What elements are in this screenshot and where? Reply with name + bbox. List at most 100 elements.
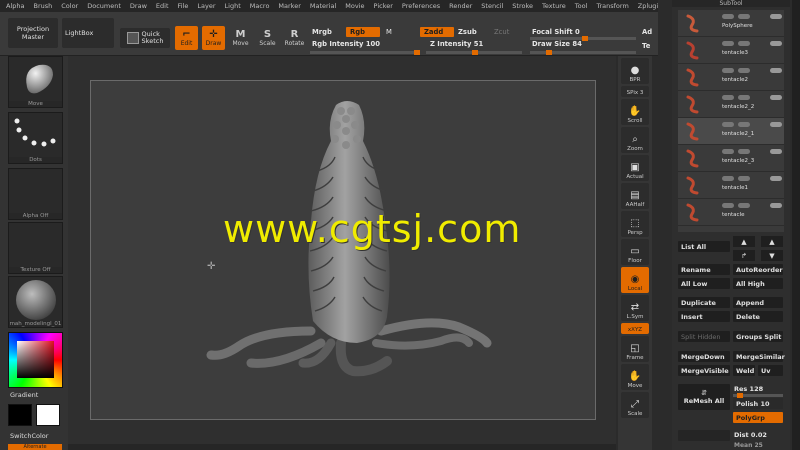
groups-split-button[interactable]: Groups Split bbox=[733, 331, 783, 342]
polypaint-toggle-icon[interactable] bbox=[738, 95, 750, 100]
rotate-mode-button[interactable]: R Rotate bbox=[283, 26, 306, 50]
subtool-item[interactable]: tentacle2_3 bbox=[678, 145, 784, 172]
res-slider[interactable] bbox=[733, 393, 783, 398]
menu-item-tool[interactable]: Tool bbox=[575, 2, 588, 10]
draw-size-slider[interactable] bbox=[530, 50, 636, 55]
color-picker[interactable] bbox=[8, 332, 63, 388]
menu-item-layer[interactable]: Layer bbox=[197, 2, 215, 10]
scale-mode-button[interactable]: S Scale bbox=[256, 26, 279, 50]
shelf-spix-3-button[interactable]: SPix 3 bbox=[621, 86, 649, 97]
zsub-button[interactable]: Zsub bbox=[458, 28, 477, 36]
menu-item-macro[interactable]: Macro bbox=[250, 2, 270, 10]
weld-button[interactable]: Weld bbox=[733, 365, 755, 376]
polypaint-toggle-icon[interactable] bbox=[738, 176, 750, 181]
rgb-button[interactable]: Rgb bbox=[346, 27, 380, 37]
shelf-floor-button[interactable]: ▭ Floor bbox=[621, 239, 649, 265]
menu-item-movie[interactable]: Movie bbox=[345, 2, 364, 10]
color-square[interactable] bbox=[17, 341, 54, 378]
uv-button[interactable]: Uv bbox=[758, 365, 783, 376]
draw-mode-button[interactable]: ✛ Draw bbox=[202, 26, 225, 50]
alpha-tile[interactable]: Alpha Off bbox=[8, 168, 63, 220]
visibility-toggle-icon[interactable] bbox=[722, 95, 734, 100]
shelf-scroll-button[interactable]: ✋ Scroll bbox=[621, 99, 649, 125]
menu-item-render[interactable]: Render bbox=[449, 2, 472, 10]
visibility-toggle-icon[interactable] bbox=[722, 14, 734, 19]
merge-similar-button[interactable]: MergeSimilar bbox=[733, 351, 785, 362]
move-down-arrow-icon[interactable]: ↱ bbox=[733, 250, 755, 261]
main-color-swatch[interactable] bbox=[36, 404, 60, 426]
m-button[interactable]: M bbox=[386, 28, 392, 36]
move-down-double-arrow-icon[interactable]: ▼ bbox=[761, 250, 783, 261]
menu-item-marker[interactable]: Marker bbox=[278, 2, 300, 10]
polypaint-toggle-icon[interactable] bbox=[738, 41, 750, 46]
eye-icon[interactable] bbox=[770, 14, 782, 19]
polypaint-toggle-icon[interactable] bbox=[738, 203, 750, 208]
shelf-scale-button[interactable]: ⤢ Scale bbox=[621, 392, 649, 418]
menu-item-edit[interactable]: Edit bbox=[156, 2, 169, 10]
rename-button[interactable]: Rename bbox=[678, 264, 730, 275]
merge-down-button[interactable]: MergeDown bbox=[678, 351, 730, 362]
visibility-toggle-icon[interactable] bbox=[722, 68, 734, 73]
projection-master-button[interactable]: Projection Master bbox=[8, 18, 58, 48]
eye-icon[interactable] bbox=[770, 41, 782, 46]
shelf-l-sym-button[interactable]: ⇄ L.Sym bbox=[621, 295, 649, 321]
z-intensity-knob[interactable] bbox=[471, 50, 478, 55]
menu-item-document[interactable]: Document bbox=[87, 2, 121, 10]
append-button[interactable]: Append bbox=[733, 297, 783, 308]
polypaint-toggle-icon[interactable] bbox=[738, 14, 750, 19]
list-all-button[interactable]: List All bbox=[678, 241, 730, 252]
rgb-intensity-knob[interactable] bbox=[414, 50, 420, 55]
eye-icon[interactable] bbox=[770, 149, 782, 154]
insert-button[interactable]: Insert bbox=[678, 311, 730, 322]
eye-icon[interactable] bbox=[770, 176, 782, 181]
menu-item-brush[interactable]: Brush bbox=[33, 2, 52, 10]
shelf-persp-button[interactable]: ⬚ Persp bbox=[621, 211, 649, 237]
texture-tile[interactable]: Texture Off bbox=[8, 222, 63, 274]
menu-item-stroke[interactable]: Stroke bbox=[512, 2, 533, 10]
alternate-button[interactable]: Alternate bbox=[8, 444, 62, 450]
z-intensity-slider[interactable] bbox=[426, 50, 522, 55]
move-mode-button[interactable]: M Move bbox=[229, 26, 252, 50]
quick-sketch-button[interactable]: Quick Sketch bbox=[120, 28, 170, 48]
brush-tile[interactable]: Move bbox=[8, 56, 63, 108]
remesh-all-button[interactable]: ⇵ ReMesh All bbox=[678, 384, 730, 410]
project-all-button[interactable] bbox=[678, 430, 730, 441]
polish-button[interactable]: Polish 10 bbox=[733, 398, 783, 409]
visibility-toggle-icon[interactable] bbox=[722, 122, 734, 127]
eye-icon[interactable] bbox=[770, 68, 782, 73]
visibility-toggle-icon[interactable] bbox=[722, 176, 734, 181]
move-up-double-arrow-icon[interactable]: ▲ bbox=[761, 236, 783, 247]
material-tile[interactable]: mah_modelingl_01 bbox=[8, 276, 63, 328]
merge-visible-button[interactable]: MergeVisible bbox=[678, 365, 730, 376]
lightbox-button[interactable]: LightBox bbox=[62, 18, 114, 48]
shelf-bpr-button[interactable]: ● BPR bbox=[621, 58, 649, 84]
polypaint-toggle-icon[interactable] bbox=[738, 68, 750, 73]
subtool-item[interactable]: tentacle bbox=[678, 199, 784, 226]
delete-button[interactable]: Delete bbox=[733, 311, 783, 322]
menu-item-zplugin[interactable]: Zplugin bbox=[638, 2, 658, 10]
shelf-local-button[interactable]: ◉ Local bbox=[621, 267, 649, 293]
shelf-actual-button[interactable]: ▣ Actual bbox=[621, 155, 649, 181]
menu-item-transform[interactable]: Transform bbox=[596, 2, 628, 10]
menu-item-alpha[interactable]: Alpha bbox=[6, 2, 24, 10]
eye-icon[interactable] bbox=[770, 95, 782, 100]
shelf-move-button[interactable]: ✋ Move bbox=[621, 364, 649, 390]
subtool-item[interactable]: tentacle2_2 bbox=[678, 91, 784, 118]
menu-item-picker[interactable]: Picker bbox=[374, 2, 393, 10]
shelf-xxyz-button[interactable]: xXYZ bbox=[621, 323, 649, 334]
polypaint-toggle-icon[interactable] bbox=[738, 122, 750, 127]
subtool-item[interactable]: tentacle2 bbox=[678, 64, 784, 91]
secondary-color-swatch[interactable] bbox=[8, 404, 32, 426]
stroke-tile[interactable]: Dots bbox=[8, 112, 63, 164]
split-hidden-button[interactable]: Split Hidden bbox=[678, 331, 730, 342]
draw-size-knob[interactable] bbox=[546, 50, 552, 55]
visibility-toggle-icon[interactable] bbox=[722, 41, 734, 46]
visibility-toggle-icon[interactable] bbox=[722, 203, 734, 208]
eye-icon[interactable] bbox=[770, 203, 782, 208]
edit-mode-button[interactable]: ⌐ Edit bbox=[175, 26, 198, 50]
zcut-button[interactable]: Zcut bbox=[494, 28, 509, 36]
subtool-item[interactable]: tentacle1 bbox=[678, 172, 784, 199]
all-high-button[interactable]: All High bbox=[733, 278, 783, 289]
menu-item-preferences[interactable]: Preferences bbox=[402, 2, 440, 10]
menu-item-draw[interactable]: Draw bbox=[130, 2, 147, 10]
